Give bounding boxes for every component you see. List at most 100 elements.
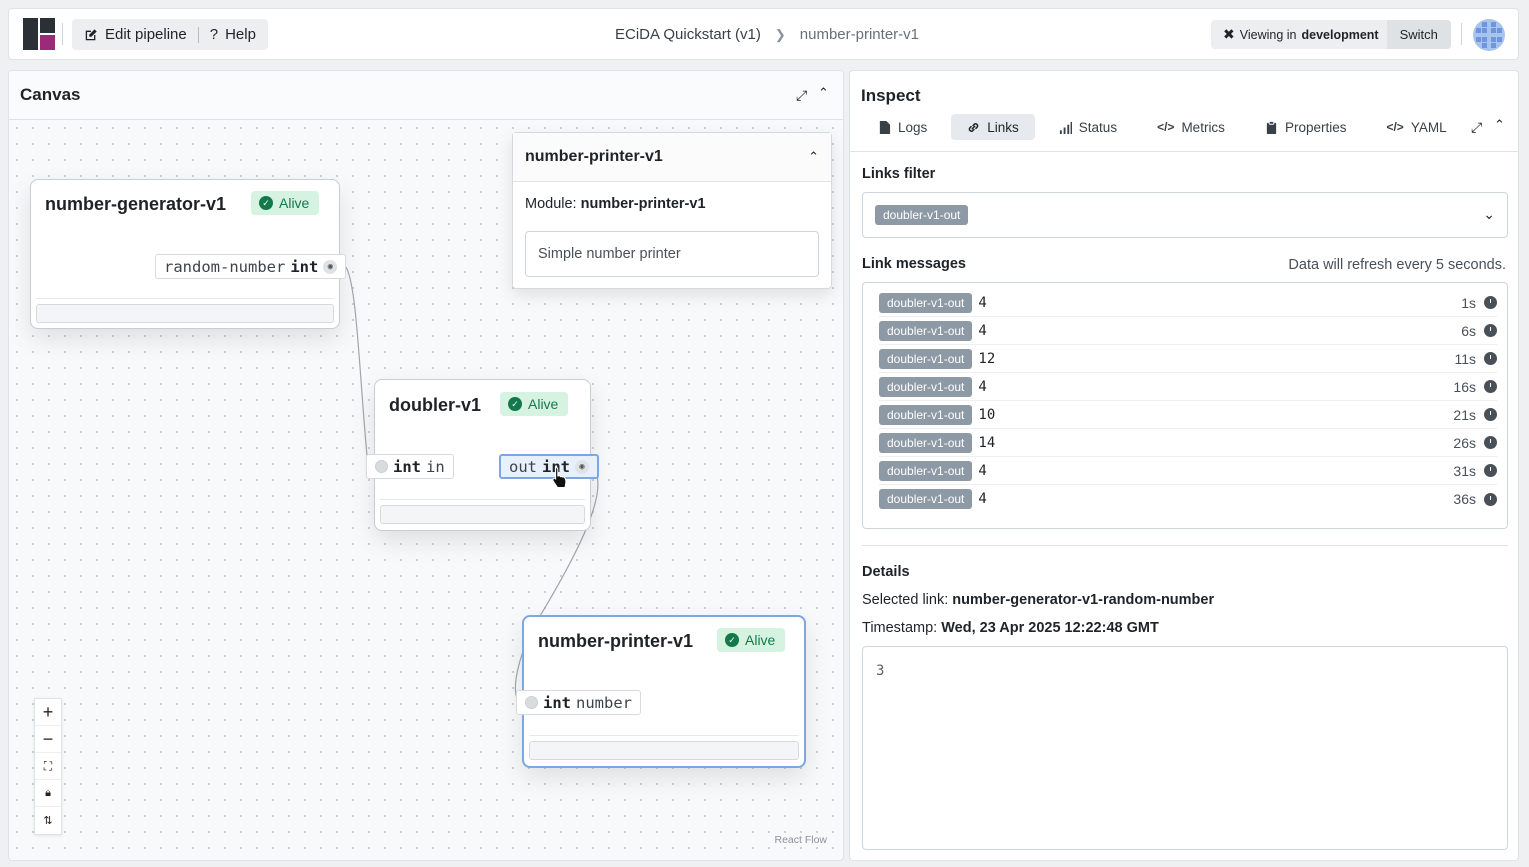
node-doubler[interactable]: doubler-v1 ✓ Alive int in out int ◉ <box>366 379 599 531</box>
inspect-panel: Inspect Logs Links Status </> Metrics Pr… <box>849 70 1519 861</box>
lock-icon: 🔒︎ <box>45 786 51 799</box>
status-text: Alive <box>528 396 559 412</box>
links-filter-select[interactable]: doubler-v1-out ⌄ <box>862 192 1508 238</box>
header-actions: Edit pipeline ? Help <box>72 19 268 50</box>
fit-view-button[interactable]: ⛶ <box>35 753 61 780</box>
message-age: 16s <box>1453 378 1476 395</box>
breadcrumb-pipeline[interactable]: ECiDA Quickstart (v1) <box>615 26 761 43</box>
module-line: Module: number-printer-v1 <box>525 196 706 212</box>
tab-properties[interactable]: Properties <box>1249 114 1363 140</box>
message-value: 10 <box>978 406 996 423</box>
selected-link-value: number-generator-v1-random-number <box>952 592 1215 608</box>
list-item[interactable]: doubler-v1-out 4 36s <box>879 485 1497 513</box>
message-value: 4 <box>978 378 987 395</box>
help-button[interactable]: ? Help <box>210 26 256 43</box>
list-item[interactable]: doubler-v1-out 4 31s <box>879 457 1497 485</box>
check-circle-icon: ✓ <box>508 397 522 411</box>
tab-links[interactable]: Links <box>951 114 1035 140</box>
status-badge: ✓ Alive <box>500 392 569 416</box>
fullscreen-icon[interactable]: ⤢ <box>1471 119 1482 136</box>
check-circle-icon: ✓ <box>725 633 739 647</box>
list-item[interactable]: doubler-v1-out 10 21s <box>879 401 1497 429</box>
node-number-printer[interactable]: number-printer-v1 ✓ Alive int number <box>516 615 806 768</box>
switch-environment-button[interactable]: Switch <box>1386 20 1451 49</box>
zoom-out-button[interactable]: − <box>35 726 61 753</box>
node-footer <box>380 505 585 524</box>
ecida-logo[interactable] <box>23 18 55 50</box>
tab-label: Metrics <box>1181 119 1225 135</box>
react-flow-attribution[interactable]: React Flow <box>774 834 827 846</box>
port-type: int <box>290 257 319 276</box>
user-avatar[interactable] <box>1473 19 1505 51</box>
clock-icon <box>1484 492 1497 506</box>
message-value: 4 <box>978 491 987 507</box>
breadcrumb: ECiDA Quickstart (v1) ❯ number-printer-v… <box>615 26 919 43</box>
code-icon: </> <box>1386 120 1404 134</box>
inspect-title: Inspect <box>861 86 921 105</box>
sort-button[interactable]: ⇅ <box>35 807 61 834</box>
chevron-right-icon: ❯ <box>774 26 786 42</box>
edit-pipeline-button[interactable]: Edit pipeline <box>84 26 187 43</box>
chevron-up-icon[interactable]: ⌃ <box>1494 117 1505 133</box>
list-item[interactable]: doubler-v1-out 4 6s <box>879 317 1497 345</box>
popup-header[interactable]: number-printer-v1 ⌃ <box>513 133 831 182</box>
divider <box>197 26 199 43</box>
selected-link-line: Selected link: number-generator-v1-rando… <box>862 592 1214 608</box>
message-age: 11s <box>1454 350 1476 367</box>
list-item[interactable]: doubler-v1-out 4 16s <box>879 373 1497 401</box>
output-port-random-number[interactable]: random-number int ◉ <box>155 254 347 279</box>
node-number-generator[interactable]: number-generator-v1 ✓ Alive random-numbe… <box>30 179 347 329</box>
port-type: int <box>543 693 571 712</box>
link-tag: doubler-v1-out <box>879 404 973 425</box>
port-name: random-number <box>164 257 286 276</box>
list-item[interactable]: doubler-v1-out 14 26s <box>879 429 1497 457</box>
eye-icon[interactable]: ◉ <box>575 459 589 474</box>
pointer-cursor-icon <box>552 466 567 488</box>
port-name: out <box>509 457 537 476</box>
tab-yaml[interactable]: </> YAML <box>1370 114 1462 140</box>
node-divider <box>36 298 334 299</box>
eye-icon[interactable]: ◉ <box>323 259 338 274</box>
link-tag: doubler-v1-out <box>879 348 973 369</box>
link-tag: doubler-v1-out <box>879 460 973 481</box>
inspect-tabs: Logs Links Status </> Metrics Properties… <box>862 114 1463 140</box>
list-item[interactable]: doubler-v1-out 12 11s <box>879 345 1497 373</box>
inspect-header-divider <box>850 151 1518 152</box>
input-handle[interactable] <box>375 460 388 473</box>
clock-icon <box>1484 352 1497 365</box>
list-item[interactable]: doubler-v1-out 4 1s <box>879 289 1497 317</box>
help-icon: ? <box>209 26 219 43</box>
link-tag: doubler-v1-out <box>879 376 973 397</box>
fit-view-icon: ⛶ <box>43 758 53 773</box>
output-port-out[interactable]: out int ◉ <box>499 454 599 479</box>
tab-logs[interactable]: Logs <box>862 114 943 140</box>
input-port-number[interactable]: int number <box>516 690 641 715</box>
zoom-in-button[interactable]: + <box>35 699 61 726</box>
lock-button[interactable]: 🔒︎ <box>35 780 61 807</box>
node-footer <box>36 304 334 323</box>
section-divider <box>862 545 1508 546</box>
file-icon <box>879 120 891 134</box>
message-age: 1s <box>1461 294 1476 311</box>
input-handle[interactable] <box>525 696 538 709</box>
input-port-in[interactable]: int in <box>366 454 454 479</box>
chevron-down-icon[interactable]: ⌄ <box>1483 206 1495 223</box>
message-payload-viewer[interactable]: 3 <box>862 646 1508 850</box>
tab-metrics[interactable]: </> Metrics <box>1141 114 1241 140</box>
timestamp-value: Wed, 23 Apr 2025 12:22:48 GMT <box>941 620 1159 636</box>
port-type: int <box>393 457 421 476</box>
clock-icon <box>1484 296 1497 309</box>
clock-icon <box>1484 436 1497 449</box>
chevron-up-icon[interactable]: ⌃ <box>808 149 819 165</box>
filter-tag[interactable]: doubler-v1-out <box>875 205 969 225</box>
breadcrumb-module: number-printer-v1 <box>799 26 919 43</box>
edit-icon <box>85 28 97 40</box>
message-value: 4 <box>978 294 987 311</box>
tab-status[interactable]: Status <box>1043 114 1133 140</box>
help-label: Help <box>225 26 256 43</box>
header-separator <box>62 23 63 45</box>
tab-label: Status <box>1078 119 1118 135</box>
details-label: Details <box>862 564 910 580</box>
tab-label: Links <box>987 119 1019 135</box>
flow-controls: + − ⛶ 🔒︎ ⇅ <box>34 698 62 835</box>
